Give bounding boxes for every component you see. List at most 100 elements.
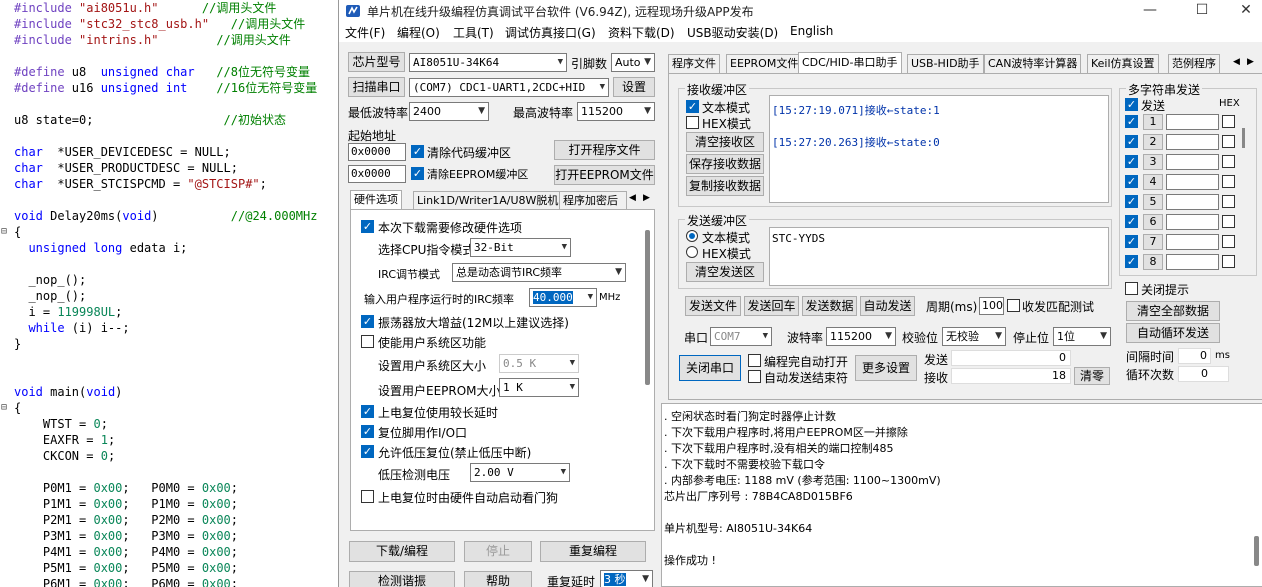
rx-text-mode-checkbox[interactable]: ✓	[686, 100, 699, 113]
min-baud-select[interactable]: 2400 ▼	[409, 102, 489, 121]
match-test-checkbox[interactable]	[1007, 299, 1020, 312]
clear-count-button[interactable]: 清零	[1074, 367, 1110, 385]
user-sys-area-checkbox[interactable]	[361, 335, 374, 348]
multi-send-row-input[interactable]	[1166, 134, 1219, 150]
maximize-button[interactable]: ☐	[1179, 0, 1225, 22]
loop-count-input[interactable]: 0	[1178, 366, 1229, 382]
right-tab-scroll-right-icon[interactable]: ▶	[1247, 57, 1254, 67]
tab-can-baud[interactable]: CAN波特率计算器	[984, 54, 1082, 73]
interval-input[interactable]: 0	[1178, 348, 1211, 364]
hw-watchdog-checkbox[interactable]	[361, 490, 374, 503]
multi-send-row-input[interactable]	[1166, 174, 1219, 190]
lvd-voltage-select[interactable]: 2.00 V ▼	[470, 463, 570, 482]
multi-send-row-hex-checkbox[interactable]	[1222, 115, 1235, 128]
save-rx-button[interactable]: 保存接收数据	[686, 154, 764, 174]
tx-text-area[interactable]: STC-YYDS	[769, 227, 1109, 286]
tab-program-file[interactable]: 程序文件	[668, 54, 720, 73]
menu-usb-driver[interactable]: USB驱动安装(D)	[687, 24, 778, 41]
more-settings-button[interactable]: 更多设置	[855, 355, 917, 381]
tx-hex-mode-radio[interactable]	[686, 246, 698, 258]
close-button[interactable]: ✕	[1223, 0, 1262, 22]
multi-send-row-hex-checkbox[interactable]	[1222, 215, 1235, 228]
low-voltage-reset-checkbox[interactable]: ✓	[361, 445, 374, 458]
tab-scroll-right-icon[interactable]: ▶	[643, 193, 650, 203]
auto-end-checkbox[interactable]	[748, 370, 761, 383]
multi-send-row-hex-checkbox[interactable]	[1222, 235, 1235, 248]
tx-text-mode-radio[interactable]	[686, 230, 698, 242]
period-input[interactable]: 100	[979, 297, 1004, 315]
multi-send-row-input[interactable]	[1166, 194, 1219, 210]
multi-send-row-hex-checkbox[interactable]	[1222, 135, 1235, 148]
auto-open-checkbox[interactable]	[748, 354, 761, 367]
code-address-input[interactable]: 0x0000	[348, 143, 406, 161]
multi-send-row-button[interactable]: 6	[1143, 214, 1163, 230]
multi-send-row-input[interactable]	[1166, 234, 1219, 250]
multi-send-row-button[interactable]: 5	[1143, 194, 1163, 210]
tab-examples[interactable]: 范例程序	[1168, 54, 1220, 73]
serial-port-select[interactable]: (COM7) CDC1-UART1,2CDC+HID ▼	[409, 78, 609, 97]
menu-tools[interactable]: 工具(T)	[453, 24, 494, 41]
multi-send-row-input[interactable]	[1166, 254, 1219, 270]
fold-collapse-icon[interactable]: ⊟	[1, 402, 7, 413]
open-program-button[interactable]: 打开程序文件	[554, 140, 655, 160]
eeprom-address-input[interactable]: 0x0000	[348, 165, 406, 183]
tab-scroll-left-icon[interactable]: ◀	[629, 193, 636, 203]
multi-send-row-button[interactable]: 7	[1143, 234, 1163, 250]
tab-hardware-options[interactable]: 硬件选项	[350, 190, 402, 209]
repeat-program-button[interactable]: 重复编程	[540, 541, 646, 562]
multi-send-row-checkbox[interactable]: ✓	[1125, 115, 1138, 128]
multi-send-row-hex-checkbox[interactable]	[1222, 175, 1235, 188]
irc-mode-select[interactable]: 总是动态调节IRC频率 ▼	[452, 263, 626, 282]
menu-file[interactable]: 文件(F)	[345, 24, 385, 41]
chip-model-select[interactable]: AI8051U-34K64 ▼	[409, 53, 567, 72]
clear-rx-button[interactable]: 清空接收区	[686, 132, 764, 152]
rx-hex-mode-checkbox[interactable]	[686, 116, 699, 129]
menu-download[interactable]: 资料下载(D)	[608, 24, 675, 41]
multi-send-all-checkbox[interactable]: ✓	[1125, 98, 1138, 111]
scan-port-button[interactable]: 扫描串口	[348, 77, 405, 97]
multi-send-row-button[interactable]: 2	[1143, 134, 1163, 150]
eeprom-size-select[interactable]: 1 K ▼	[499, 378, 579, 397]
cpu-mode-select[interactable]: 32-Bit ▼	[470, 238, 571, 257]
copy-rx-button[interactable]: 复制接收数据	[686, 176, 764, 196]
parity-select[interactable]: 无校验 ▼	[942, 327, 1006, 346]
right-tab-scroll-left-icon[interactable]: ◀	[1233, 57, 1240, 67]
download-program-button[interactable]: 下载/编程	[349, 541, 455, 562]
multi-send-row-input[interactable]	[1166, 214, 1219, 230]
clear-all-button[interactable]: 清空全部数据	[1126, 301, 1220, 321]
multi-send-row-checkbox[interactable]: ✓	[1125, 255, 1138, 268]
clear-code-checkbox[interactable]: ✓	[411, 145, 424, 158]
multi-send-row-button[interactable]: 1	[1143, 114, 1163, 130]
menu-program[interactable]: 编程(O)	[397, 24, 440, 41]
sys-size-select[interactable]: 0.5 K ▼	[499, 354, 579, 373]
menu-debug[interactable]: 调试仿真接口(G)	[505, 24, 596, 41]
clear-eeprom-checkbox[interactable]: ✓	[411, 167, 424, 180]
tab-encryption[interactable]: 程序加密后	[559, 191, 627, 210]
detect-resonance-button[interactable]: 检测谐振	[349, 571, 455, 587]
pin-count-select[interactable]: Auto ▼	[611, 53, 655, 72]
multi-send-row-checkbox[interactable]: ✓	[1125, 155, 1138, 168]
clear-tx-button[interactable]: 清空发送区	[686, 262, 764, 282]
options-scrollbar[interactable]	[645, 230, 650, 385]
send-file-button[interactable]: 发送文件	[685, 296, 741, 316]
close-port-button[interactable]: 关闭串口	[679, 355, 741, 381]
multi-send-row-checkbox[interactable]: ✓	[1125, 175, 1138, 188]
multi-send-row-checkbox[interactable]: ✓	[1125, 135, 1138, 148]
port-select[interactable]: COM7 ▼	[710, 327, 772, 346]
reset-pin-io-checkbox[interactable]: ✓	[361, 425, 374, 438]
tab-keil-sim[interactable]: Keil仿真设置	[1087, 54, 1159, 73]
fold-collapse-icon[interactable]: ⊟	[1, 226, 7, 237]
multi-send-row-button[interactable]: 8	[1143, 254, 1163, 270]
multi-send-row-button[interactable]: 4	[1143, 174, 1163, 190]
modify-hw-options-checkbox[interactable]: ✓	[361, 220, 374, 233]
multi-send-scrollbar[interactable]	[1242, 128, 1245, 148]
settings-button[interactable]: 设置	[613, 77, 655, 97]
multi-send-row-checkbox[interactable]: ✓	[1125, 215, 1138, 228]
multi-send-row-input[interactable]	[1166, 154, 1219, 170]
multi-send-row-input[interactable]	[1166, 114, 1219, 130]
tab-cdc-hid-serial[interactable]: CDC/HID-串口助手	[798, 52, 902, 73]
multi-send-row-checkbox[interactable]: ✓	[1125, 235, 1138, 248]
multi-send-row-hex-checkbox[interactable]	[1222, 195, 1235, 208]
max-baud-select[interactable]: 115200 ▼	[577, 102, 655, 121]
auto-loop-button[interactable]: 自动循环发送	[1126, 323, 1220, 343]
